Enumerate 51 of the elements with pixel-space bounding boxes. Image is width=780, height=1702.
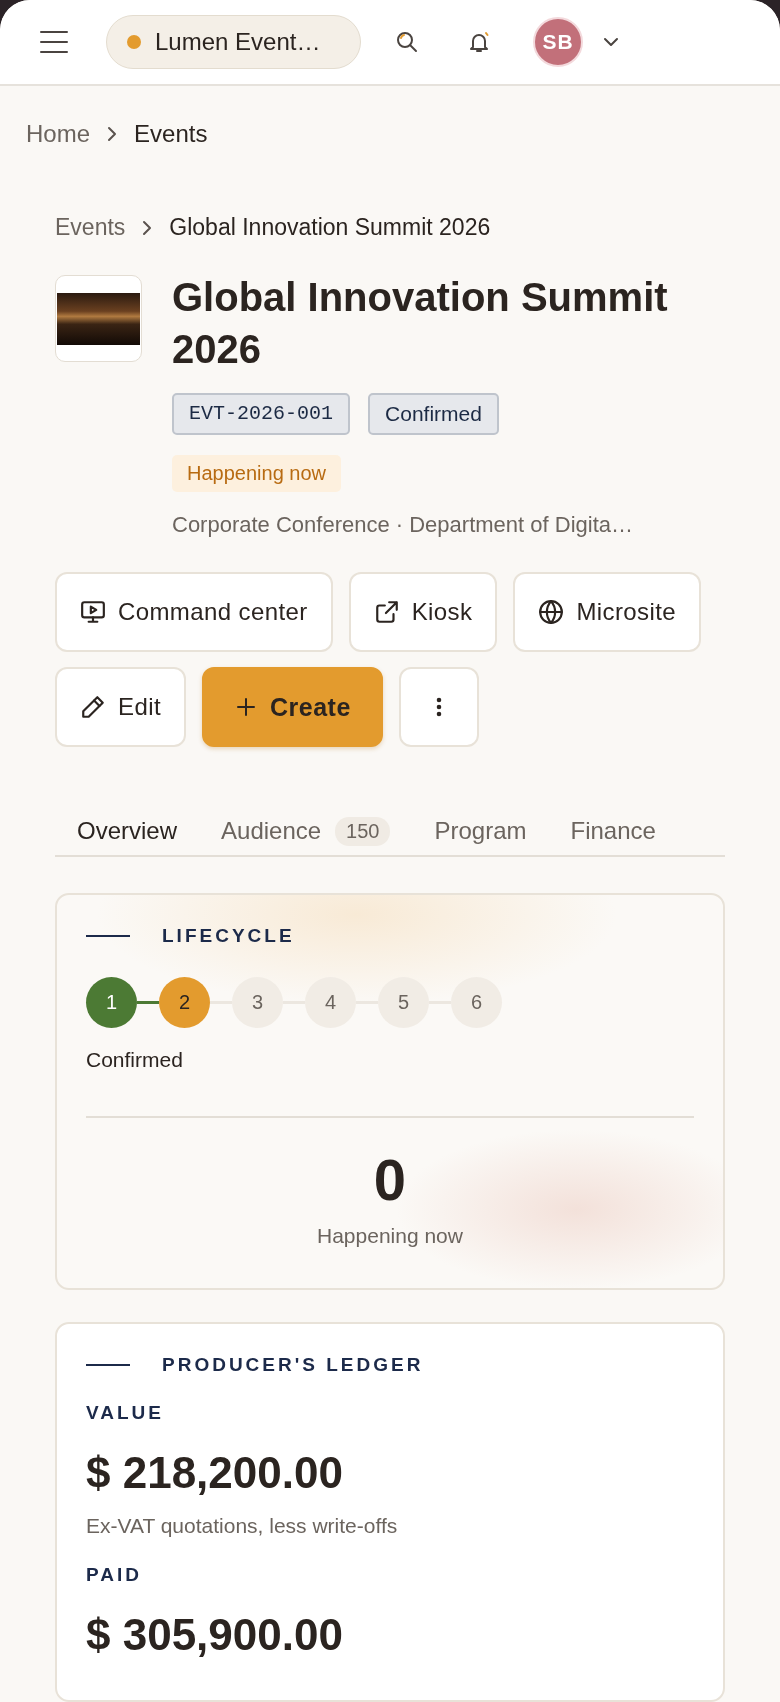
globe-icon [538,599,565,626]
tab[interactable]: Program [412,799,549,855]
section-label: PRODUCER'S LEDGER [162,1354,424,1376]
search-button[interactable] [395,30,419,55]
metric-label: VALUE [86,1402,165,1424]
breadcrumb-link[interactable]: Events [55,214,126,242]
search-icon [395,30,419,55]
breadcrumb-link[interactable]: Global Innovation Summit 2026 [169,214,491,242]
event-subtitle: Corporate Conference · Department of Digita… [172,512,633,539]
action-button[interactable]: Kiosk [348,572,498,653]
step-circle: 5 [378,977,429,1028]
breadcrumb-link[interactable]: Events [134,120,208,149]
chevron-right-icon [106,126,119,143]
step-circle: 1 [86,977,137,1028]
pencil-icon [80,694,106,721]
more-vertical-icon [435,697,442,718]
metric-label: PAID [86,1564,143,1586]
step-circle: 4 [305,977,356,1028]
stage-label: Confirmed [86,1048,184,1072]
notifications-button[interactable] [467,30,491,55]
event-title: Global Innovation Summit 2026 [172,274,669,374]
monitor-play-icon [80,599,106,626]
step-circle: 3 [232,977,283,1028]
status-badge: Confirmed [368,393,499,436]
workspace-switcher[interactable]: Lumen Event… [106,15,361,70]
external-link-icon [373,599,400,626]
stat-value: 0 [373,1148,407,1212]
action-button[interactable]: Command center [55,572,333,653]
action-button[interactable]: Microsite [513,572,701,653]
metric-amount: $ 305,900.00 [86,1610,344,1660]
tab[interactable]: Overview [55,799,200,855]
status-dot [127,35,141,50]
tab[interactable]: Audience 150 [199,799,413,855]
section-label: LIFECYCLE [162,925,295,947]
bell-icon [467,30,491,55]
create-button[interactable]: Create [201,667,383,748]
event-code: EVT-2026-001 [172,393,351,436]
tab[interactable]: Finance [548,799,656,855]
metric-amount: $ 218,200.00 [86,1448,344,1498]
live-badge: Happening now [172,455,341,493]
stat-label: Happening now [317,1224,463,1248]
action-button[interactable]: Edit [55,667,186,748]
menu-icon [40,30,68,55]
step-circle: 6 [451,977,502,1028]
breadcrumb-link[interactable]: Home [26,120,91,149]
menu-button[interactable] [40,30,68,55]
step-circle: 2 [159,977,210,1028]
metric-note: Ex-VAT quotations, less write-offs [86,1514,399,1538]
chevron-right-icon [141,219,154,236]
count-badge: 150 [335,816,391,846]
avatar[interactable]: SB [533,17,583,68]
